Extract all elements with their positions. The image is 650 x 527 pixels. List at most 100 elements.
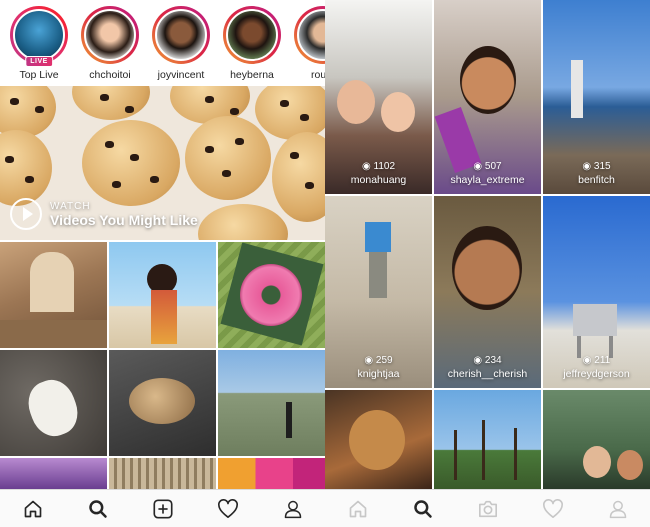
tab-home[interactable] [13,494,53,524]
story-chchoitoi[interactable]: chchoitoi [79,6,141,86]
tab-home[interactable] [338,494,378,524]
dress [151,290,177,344]
story-name: rourk [311,69,325,81]
add-icon [152,498,173,519]
chip [100,94,109,101]
chip [105,141,114,148]
tab-bar [0,489,325,527]
live-tile-label: ◉ 507 shayla_extreme [434,161,541,186]
person [571,60,583,118]
palm-trunk [482,420,485,480]
live-username: knightjaa [357,368,400,380]
chip [300,114,309,121]
story-name: joyvincent [157,69,205,81]
face [452,226,522,310]
dog [21,373,85,443]
home-icon [349,500,366,517]
live-username: shayla_extreme [450,174,525,186]
stories-tray[interactable]: LIVE Top Live chchoitoi joyvincent heybe… [0,0,325,86]
cookie [185,116,271,200]
tab-profile[interactable] [273,494,313,524]
cat [129,378,195,424]
face [337,80,375,124]
explore-post-city[interactable] [218,350,325,456]
watch-title: Videos You Might Like [50,211,198,228]
live-username: cherish__cherish [447,368,528,380]
shirt [365,222,391,252]
chip [35,106,44,113]
story-name: Top Live [19,69,59,81]
story-rourk[interactable]: rourk [292,6,325,86]
live-tile-dog[interactable] [325,390,432,489]
profile-icon [609,500,626,518]
palm-trunk [454,430,457,480]
explore-post-arcade[interactable] [109,458,216,489]
view-count-value: 315 [593,161,611,172]
tab-bar [325,489,650,527]
explore-post-beach[interactable] [109,242,216,348]
view-count-value: 1102 [373,161,396,172]
tab-search[interactable] [78,494,118,524]
story-ring [294,6,325,64]
chip [205,96,214,103]
live-tile-label: ◉ 211 jeffreydgerson [543,355,650,380]
explore-post-building[interactable] [0,242,107,348]
live-tile-benfitch[interactable]: ◉ 315 benfitch [543,0,650,194]
story-heyberna[interactable]: heyberna [221,6,283,86]
live-tile-monahuang[interactable]: ◉ 1102 monahuang [325,0,432,194]
live-username: benfitch [578,174,615,186]
cookie [198,204,288,240]
tab-activity[interactable] [533,494,573,524]
search-icon [88,499,107,518]
live-tile-jeffreydgerson[interactable]: ◉ 211 jeffreydgerson [543,196,650,388]
live-badge: LIVE [25,56,53,67]
chip [125,106,134,113]
live-explore-screen: ◉ 1102 monahuang ◉ 507 shayla_extreme ◉ … [325,0,650,527]
story-ring [81,6,139,64]
cookie [72,86,150,120]
chip [222,170,231,177]
tab-camera[interactable] [468,494,508,524]
tab-activity[interactable] [208,494,248,524]
story-top-live[interactable]: LIVE Top Live [8,6,70,86]
story-ring [223,6,281,64]
view-count: ◉ 1102 [361,161,396,172]
live-tile-group[interactable] [543,390,650,489]
face [460,46,516,114]
explore-post-donut[interactable] [218,242,325,348]
explore-post-cat[interactable] [109,350,216,456]
explore-screen: LIVE Top Live chchoitoi joyvincent heybe… [0,0,325,527]
live-tile-knightjaa[interactable]: ◉ 259 knightjaa [325,196,432,388]
watch-videos-card[interactable]: WATCH Videos You Might Like [0,86,325,240]
tab-profile[interactable] [598,494,638,524]
view-count-value: 259 [375,355,393,366]
live-username: monahuang [350,174,407,186]
story-ring [152,6,210,64]
explore-post-dog[interactable] [0,350,107,456]
chip [230,108,239,115]
chip [112,181,121,188]
explore-post-colors[interactable] [218,458,325,489]
explore-post-purple[interactable] [0,458,107,489]
play-icon[interactable] [10,198,42,230]
watch-overlay: WATCH Videos You Might Like [10,198,198,230]
live-tile-palms[interactable] [434,390,541,489]
cookie [255,86,325,140]
heart-icon [217,498,238,518]
live-username: jeffreydgerson [563,368,630,380]
live-tile-cherish-cherish[interactable]: ◉ 234 cherish__cherish [434,196,541,388]
search-icon [413,499,432,518]
face [583,446,611,478]
profile-icon [284,500,301,518]
view-count-value: 507 [484,161,502,172]
chip [205,146,214,153]
tab-search[interactable] [403,494,443,524]
chip [280,100,289,107]
chip [130,154,139,161]
watch-label: WATCH [50,200,91,212]
view-count-value: 211 [594,355,611,366]
view-count: ◉ 507 [473,161,502,172]
story-joyvincent[interactable]: joyvincent [150,6,212,86]
tab-add[interactable] [143,494,183,524]
live-tile-shayla-extreme[interactable]: ◉ 507 shayla_extreme [434,0,541,194]
